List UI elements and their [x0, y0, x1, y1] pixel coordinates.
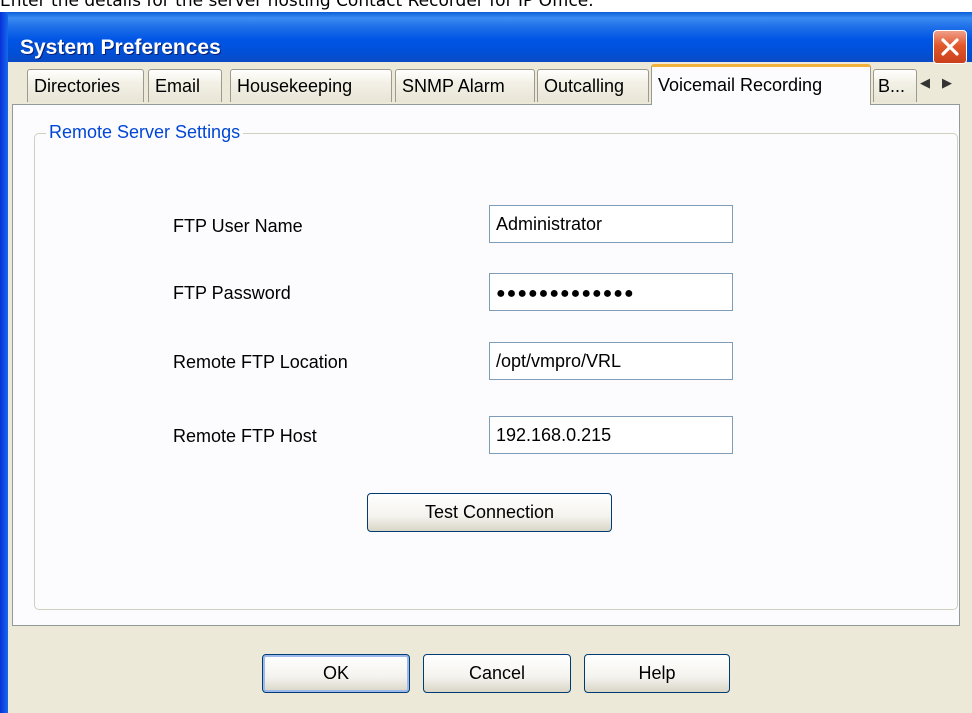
instruction-caption: Enter the details for the server hosting… [0, 0, 594, 11]
tab-b-truncated[interactable]: B... [873, 69, 917, 102]
ftp-password-field[interactable] [489, 273, 733, 311]
help-button[interactable]: Help [584, 654, 730, 693]
ftp-user-name-field[interactable] [489, 205, 733, 243]
tab-voicemail-recording[interactable]: Voicemail Recording [651, 64, 871, 105]
cancel-button[interactable]: Cancel [423, 654, 571, 693]
chevron-right-icon[interactable]: ▶ [942, 76, 952, 91]
close-icon [941, 38, 959, 56]
tab-directories[interactable]: Directories [27, 69, 144, 102]
ok-button[interactable]: OK [262, 654, 410, 693]
remote-ftp-location-label: Remote FTP Location [173, 352, 348, 372]
ftp-user-name-label: FTP User Name [173, 216, 303, 236]
window-title: System Preferences [20, 36, 221, 59]
remote-ftp-location-field[interactable] [489, 342, 733, 380]
close-button[interactable] [933, 30, 967, 64]
remote-ftp-host-field[interactable] [489, 416, 733, 454]
test-connection-button[interactable]: Test Connection [367, 493, 612, 532]
tab-scroll-arrows[interactable]: ◀ ▶ [914, 72, 960, 96]
ftp-password-label: FTP Password [173, 283, 291, 303]
title-bar[interactable]: System Preferences [0, 12, 972, 64]
tab-outcalling[interactable]: Outcalling [537, 69, 649, 102]
group-title: Remote Server Settings [46, 122, 244, 143]
tab-housekeeping[interactable]: Housekeeping [230, 69, 392, 102]
chevron-left-icon[interactable]: ◀ [920, 76, 930, 91]
tab-email[interactable]: Email [148, 69, 222, 102]
tab-snmp-alarm[interactable]: SNMP Alarm [395, 69, 535, 102]
window-border [0, 12, 8, 713]
remote-ftp-host-label: Remote FTP Host [173, 426, 317, 446]
